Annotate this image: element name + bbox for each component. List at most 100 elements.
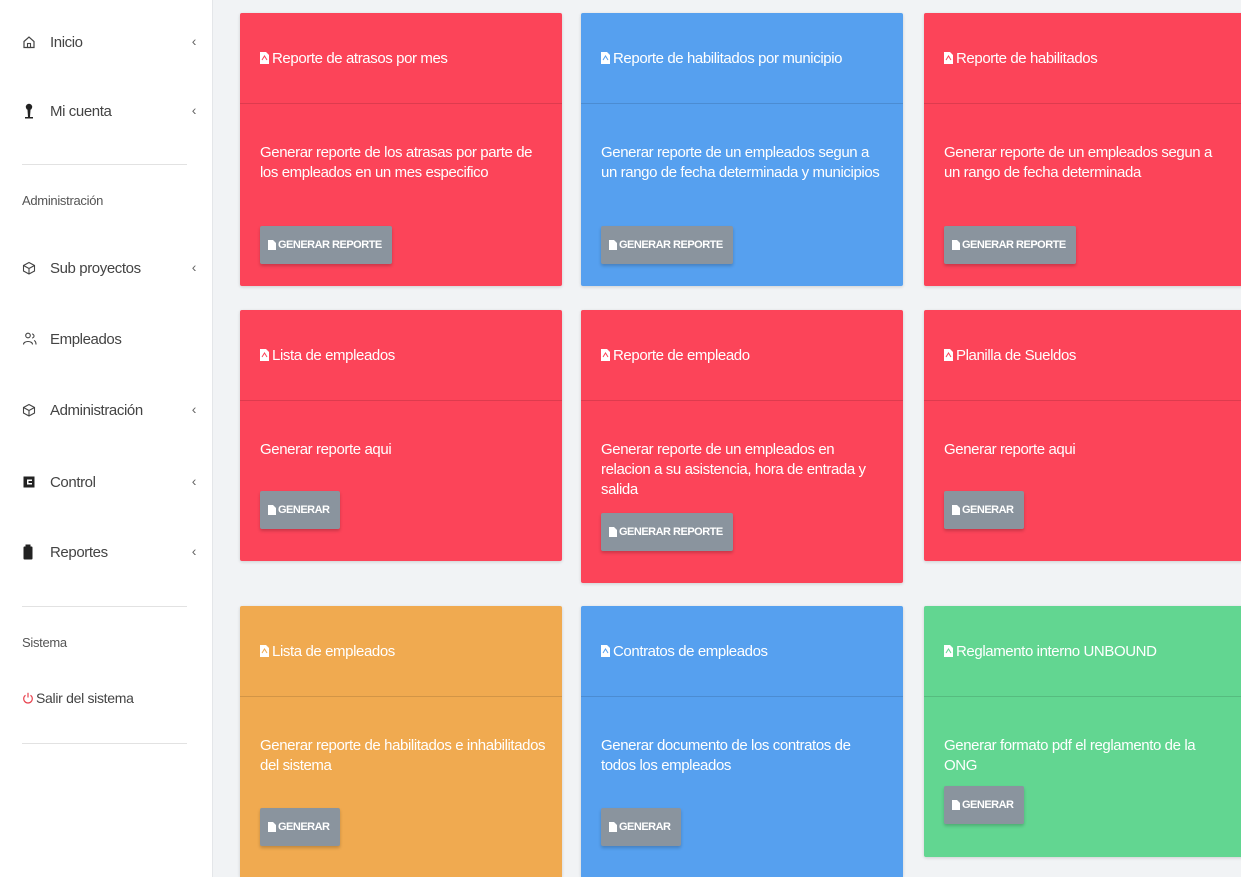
card-description: Generar reporte de los atrasas por parte… <box>260 144 533 181</box>
button-label: GENERAR <box>278 504 330 516</box>
document-icon <box>952 240 960 250</box>
pdf-icon <box>260 52 269 64</box>
chevron-left-icon: ‹ <box>191 102 197 118</box>
generate-button[interactable]: GENERAR <box>260 808 340 846</box>
cube-icon <box>22 261 50 275</box>
card-header: Reporte de habilitados por municipio <box>581 13 903 104</box>
card-header: Contratos de empleados <box>581 606 903 697</box>
button-label: GENERAR <box>619 821 671 833</box>
button-label: GENERAR <box>962 799 1014 811</box>
report-card: Reporte de atrasos por mes Generar repor… <box>240 13 562 286</box>
generate-button[interactable]: GENERAR <box>601 808 681 846</box>
document-icon <box>609 527 617 537</box>
pdf-icon <box>944 349 953 361</box>
divider <box>22 743 187 744</box>
card-description: Generar reporte de un empleados en relac… <box>601 441 866 498</box>
divider <box>22 606 187 607</box>
pdf-icon <box>601 52 610 64</box>
card-header: Planilla de Sueldos <box>924 310 1241 401</box>
sidebar-item-label: Inicio <box>50 33 83 51</box>
generate-report-button[interactable]: GENERAR REPORTE <box>601 226 733 264</box>
logout-label: Salir del sistema <box>36 690 134 706</box>
button-label: GENERAR <box>962 504 1014 516</box>
document-icon <box>609 822 617 832</box>
generate-button[interactable]: GENERAR <box>944 491 1024 529</box>
card-title: Lista de empleados <box>272 346 395 364</box>
card-title: Reporte de habilitados por municipio <box>613 49 843 67</box>
sidebar-item-mi-cuenta[interactable]: Mi cuenta ‹ <box>22 96 196 126</box>
card-description: Generar reporte aqui <box>944 441 1076 458</box>
section-title-administracion: Administración <box>22 193 104 208</box>
card-header: Lista de empleados <box>240 606 562 697</box>
report-card: Planilla de Sueldos Generar reporte aqui… <box>924 310 1241 561</box>
card-title: Reporte de empleado <box>613 346 750 364</box>
sidebar-item-sub-proyectos[interactable]: Sub proyectos ‹ <box>22 253 196 283</box>
chevron-left-icon: ‹ <box>191 473 197 489</box>
users-icon <box>22 332 50 346</box>
sidebar-item-label: Mi cuenta <box>50 102 112 120</box>
card-title: Lista de empleados <box>272 642 395 660</box>
card-header: Reglamento interno UNBOUND <box>924 606 1241 697</box>
pdf-icon <box>944 645 953 657</box>
pdf-icon <box>944 52 953 64</box>
pdf-icon <box>601 349 610 361</box>
sidebar-item-reportes[interactable]: Reportes ‹ <box>22 537 196 567</box>
pdf-icon <box>260 349 269 361</box>
card-title: Planilla de Sueldos <box>956 346 1076 364</box>
card-description: Generar formato pdf el reglamento de la … <box>944 737 1196 774</box>
generate-report-button[interactable]: GENERAR REPORTE <box>601 513 733 551</box>
card-description: Generar reporte de habilitados e inhabil… <box>260 737 546 774</box>
divider <box>22 164 187 165</box>
button-label: GENERAR REPORTE <box>962 239 1066 251</box>
document-icon <box>609 240 617 250</box>
sidebar-item-administracion[interactable]: Administración ‹ <box>22 395 196 425</box>
generate-button[interactable]: GENERAR <box>260 491 340 529</box>
card-title: Reporte de habilitados <box>956 49 1098 67</box>
generate-button[interactable]: GENERAR <box>944 786 1024 824</box>
sidebar-item-label: Administración <box>50 401 143 419</box>
card-header: Reporte de atrasos por mes <box>240 13 562 104</box>
button-label: GENERAR REPORTE <box>619 526 723 538</box>
chevron-left-icon: ‹ <box>191 33 197 49</box>
report-card: Reporte de habilitados Generar reporte d… <box>924 13 1241 286</box>
card-description: Generar reporte de un empleados segun a … <box>944 144 1212 181</box>
card-title: Contratos de empleados <box>613 642 768 660</box>
card-description: Generar documento de los contratos de to… <box>601 737 851 774</box>
report-card: Reglamento interno UNBOUND Generar forma… <box>924 606 1241 857</box>
sidebar-item-control[interactable]: Control ‹ <box>22 467 196 497</box>
report-card: Lista de empleados Generar reporte aqui … <box>240 310 562 561</box>
chevron-left-icon: ‹ <box>191 401 197 417</box>
document-icon <box>952 800 960 810</box>
pdf-icon <box>260 645 269 657</box>
button-label: GENERAR REPORTE <box>619 239 723 251</box>
sidebar-item-label: Control <box>50 473 96 491</box>
card-title: Reporte de atrasos por mes <box>272 49 448 67</box>
logout-link[interactable]: Salir del sistema <box>22 690 134 706</box>
generate-report-button[interactable]: GENERAR REPORTE <box>944 226 1076 264</box>
card-description: Generar reporte aqui <box>260 441 392 458</box>
home-icon <box>22 35 50 49</box>
card-description: Generar reporte de un empleados segun a … <box>601 144 880 181</box>
section-title-sistema: Sistema <box>22 635 67 650</box>
pdf-icon <box>601 645 610 657</box>
card-header: Reporte de empleado <box>581 310 903 401</box>
button-label: GENERAR <box>278 821 330 833</box>
card-header: Lista de empleados <box>240 310 562 401</box>
sidebar-item-label: Empleados <box>50 330 122 348</box>
button-label: GENERAR REPORTE <box>278 239 382 251</box>
sidebar: Inicio ‹ Mi cuenta ‹ Administración Sub … <box>0 0 213 877</box>
document-icon <box>268 822 276 832</box>
sidebar-item-label: Reportes <box>50 543 108 561</box>
report-card: Reporte de empleado Generar reporte de u… <box>581 310 903 583</box>
report-card: Lista de empleados Generar reporte de ha… <box>240 606 562 877</box>
cube-icon <box>22 403 50 417</box>
power-icon <box>22 692 34 704</box>
document-icon <box>268 240 276 250</box>
control-icon <box>22 475 50 489</box>
user-icon <box>22 103 50 119</box>
document-icon <box>268 505 276 515</box>
sidebar-item-empleados[interactable]: Empleados <box>22 324 192 354</box>
generate-report-button[interactable]: GENERAR REPORTE <box>260 226 392 264</box>
sidebar-item-inicio[interactable]: Inicio ‹ <box>22 27 196 57</box>
report-card: Reporte de habilitados por municipio Gen… <box>581 13 903 286</box>
